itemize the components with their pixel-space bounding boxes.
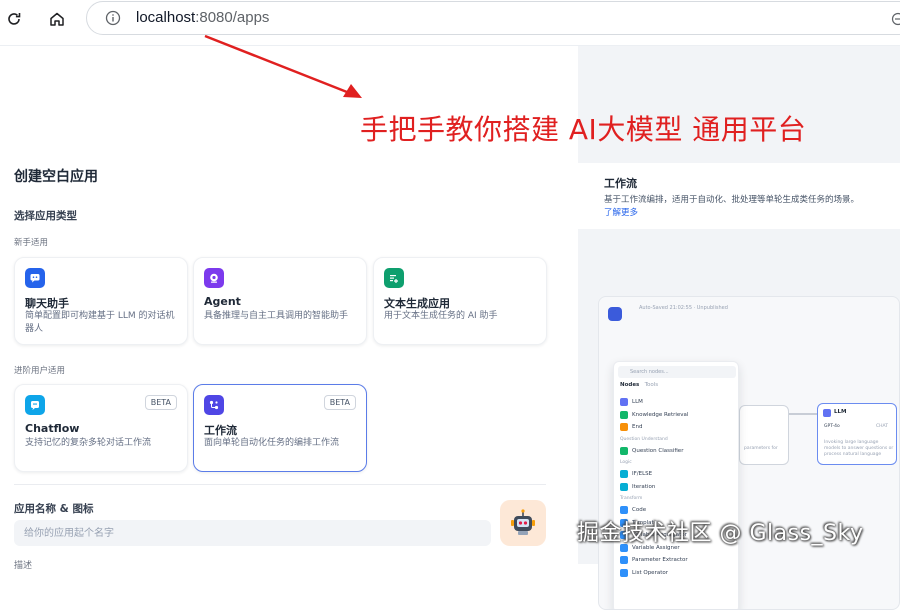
node-type-icon xyxy=(620,569,628,577)
node-list-item[interactable]: List Operator xyxy=(620,567,736,580)
node-list-label: List Operator xyxy=(632,570,668,576)
annotation-text: 手把手教你搭建 AI大模型 通用平台 xyxy=(360,108,806,148)
annotation-arrow xyxy=(0,0,900,564)
watermark-text: 掘金技术社区 @ Glass_Sky xyxy=(577,515,864,547)
